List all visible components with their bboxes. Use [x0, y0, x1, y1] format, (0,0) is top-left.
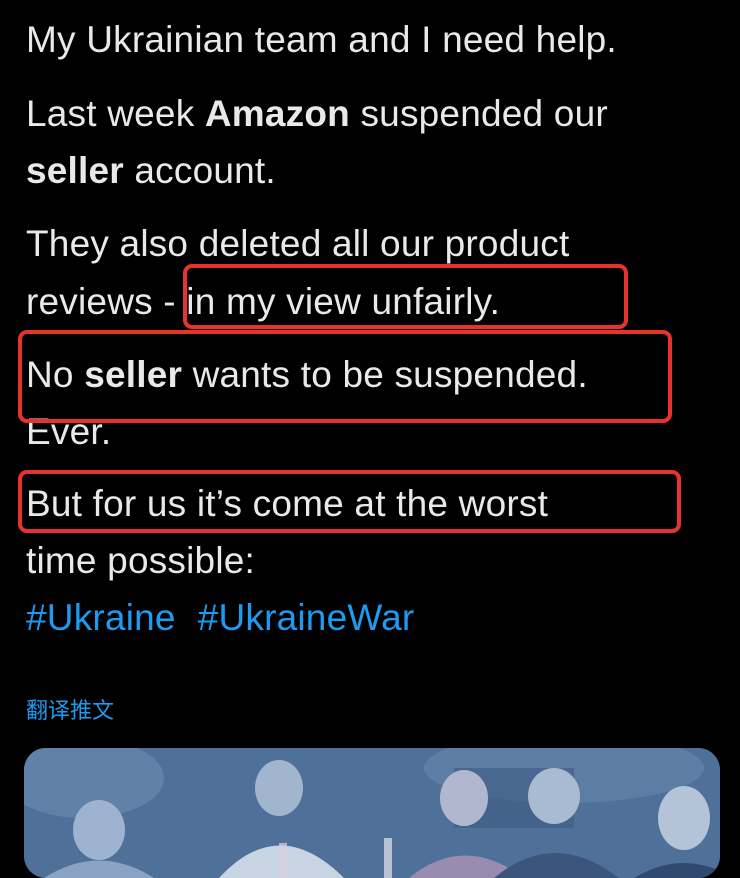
line-text: Ever.	[26, 411, 112, 452]
line-text: Last week	[26, 93, 205, 134]
tweet-media-photo[interactable]	[24, 748, 720, 878]
tweet-line-2: Last week Amazon suspended our	[26, 92, 608, 136]
bold-text-amazon: Amazon	[204, 93, 350, 134]
tweet-line-8: But for us it’s come at the worst	[26, 482, 548, 526]
tweet-line-3: seller account.	[26, 149, 276, 193]
tweet-line-7: Ever.	[26, 410, 111, 454]
tweet-line-5: reviews - in my view unfairly.	[26, 280, 500, 324]
tweet-line-9: time possible:	[26, 539, 255, 583]
hashtag-ukraine[interactable]: #Ukraine	[26, 597, 176, 638]
bold-text-seller: seller	[26, 150, 124, 191]
group-photo-image	[24, 748, 720, 878]
line-text: account.	[123, 150, 276, 191]
tweet-line-6: No seller wants to be suspended.	[26, 353, 588, 397]
bold-text-seller: seller	[84, 354, 183, 395]
line-text: suspended our	[349, 93, 608, 134]
line-text: time possible:	[26, 540, 256, 581]
line-text: But for us it’s come at the worst	[26, 483, 549, 524]
tweet-line-4: They also deleted all our product	[26, 222, 569, 266]
hashtag-ukrainewar[interactable]: #UkraineWar	[198, 597, 415, 638]
line-text: No	[26, 354, 85, 395]
line-text: They also deleted all our product	[26, 223, 570, 264]
tweet-line-1: My Ukrainian team and I need help.	[26, 18, 617, 62]
line-text: My Ukrainian team and I need help.	[26, 19, 617, 60]
line-text: reviews - in my view unfairly.	[26, 281, 501, 322]
translate-tweet-link[interactable]: 翻译推文	[26, 697, 114, 725]
line-text: wants to be suspended.	[182, 354, 588, 395]
hashtag-row: #Ukraine #UkraineWar	[26, 596, 414, 640]
